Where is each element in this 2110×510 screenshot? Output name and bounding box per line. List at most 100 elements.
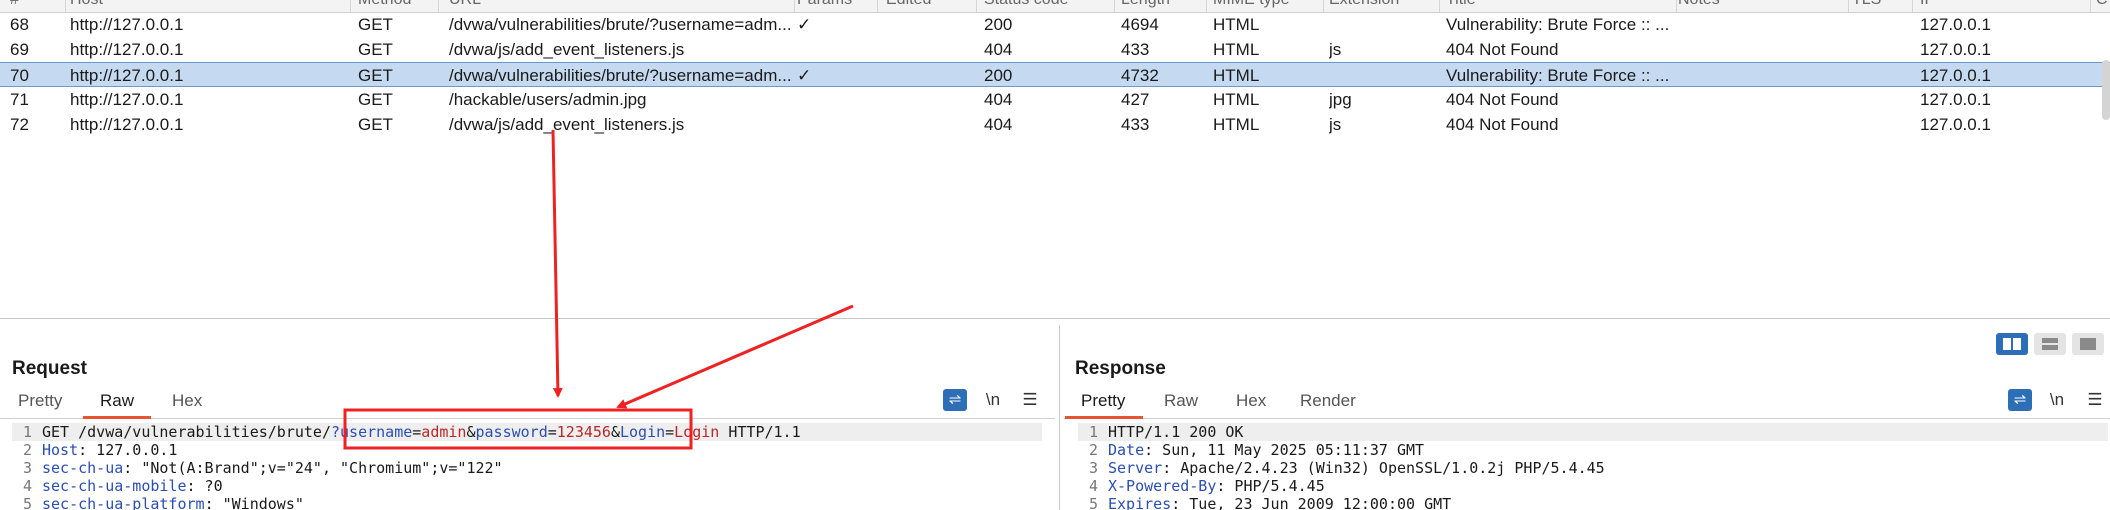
col-url[interactable]: URL bbox=[449, 0, 795, 12]
row-length: 433 bbox=[1121, 40, 1150, 59]
row-status: 200 bbox=[984, 15, 1013, 34]
table-row[interactable]: 68 http://127.0.0.1 GET /dvwa/vulnerabil… bbox=[0, 12, 2110, 37]
row-title: Vulnerability: Brute Force :: ... bbox=[1446, 15, 1670, 34]
request-line[interactable]: 4 sec-ch-ua-mobile: ?0 bbox=[12, 477, 1042, 495]
row-method: GET bbox=[358, 40, 393, 59]
response-line[interactable]: 3 Server: Apache/2.4.23 (Win32) OpenSSL/1… bbox=[1078, 459, 2108, 477]
wrap-lines-icon[interactable]: ⇌ bbox=[943, 389, 967, 411]
tabs-layout-icon[interactable] bbox=[2072, 333, 2104, 355]
request-editor[interactable]: 1 GET /dvwa/vulnerabilities/brute/?userna… bbox=[12, 423, 1042, 510]
col-edited[interactable]: Edited bbox=[886, 0, 977, 12]
row-ip: 127.0.0.1 bbox=[1920, 90, 1991, 109]
line-number: 2 bbox=[22, 441, 32, 459]
tab-request-raw[interactable]: Raw bbox=[100, 391, 134, 411]
table-row-selected[interactable]: 70 http://127.0.0.1 GET /dvwa/vulnerabil… bbox=[0, 62, 2110, 87]
split-vertical-icon[interactable] bbox=[2034, 333, 2066, 355]
row-method: GET bbox=[358, 90, 393, 109]
row-title: 404 Not Found bbox=[1446, 40, 1559, 59]
row-status: 404 bbox=[984, 40, 1013, 59]
hamburger-menu-icon[interactable]: ☰ bbox=[2083, 389, 2107, 411]
tab-request-hex[interactable]: Hex bbox=[172, 391, 202, 411]
response-line-text: X-Powered-By: PHP/5.4.45 bbox=[1108, 477, 1325, 495]
row-length: 427 bbox=[1121, 90, 1150, 109]
response-line-text: Date: Sun, 11 May 2025 05:11:37 GMT bbox=[1108, 441, 1425, 459]
col-params[interactable]: Params bbox=[797, 0, 878, 12]
col-length[interactable]: Length bbox=[1121, 0, 1207, 12]
pane-divider[interactable] bbox=[1059, 325, 1060, 510]
col-extension[interactable]: Extension bbox=[1329, 0, 1440, 12]
split-horizontal-icon[interactable] bbox=[1996, 333, 2028, 355]
response-editor[interactable]: 1 HTTP/1.1 200 OK 2 Date: Sun, 11 May 2025 … bbox=[1078, 423, 2108, 510]
table-row[interactable]: 71 http://127.0.0.1 GET /hackable/users/… bbox=[0, 87, 2110, 112]
col-host[interactable]: Host bbox=[70, 0, 351, 12]
table-row[interactable]: 69 http://127.0.0.1 GET /dvwa/js/add_eve… bbox=[0, 37, 2110, 62]
col-tls[interactable]: TLS bbox=[1852, 0, 1913, 12]
request-line-text: sec-ch-ua-platform: "Windows" bbox=[42, 495, 304, 510]
response-line-text: HTTP/1.1 200 OK bbox=[1108, 423, 1244, 441]
col-notes[interactable]: Notes bbox=[1678, 0, 1849, 12]
row-method: GET bbox=[358, 15, 393, 34]
col-method[interactable]: Method bbox=[358, 0, 439, 12]
row-url: /hackable/users/admin.jpg bbox=[449, 90, 647, 109]
row-mime: HTML bbox=[1213, 66, 1260, 85]
row-url: /dvwa/js/add_event_listeners.js bbox=[449, 115, 685, 134]
col-ip[interactable]: IP bbox=[1920, 0, 2091, 12]
params-check-icon: ✓ bbox=[797, 15, 812, 34]
tab-response-pretty[interactable]: Pretty bbox=[1081, 391, 1125, 411]
response-line[interactable]: 1 HTTP/1.1 200 OK bbox=[1078, 423, 2108, 441]
layout-toggle bbox=[1996, 333, 2106, 357]
request-line-text: GET /dvwa/vulnerabilities/brute/?usernam… bbox=[42, 423, 801, 441]
row-length: 4732 bbox=[1121, 66, 1159, 85]
tab-request-pretty[interactable]: Pretty bbox=[18, 391, 62, 411]
row-num: 68 bbox=[10, 15, 29, 34]
row-title: Vulnerability: Brute Force :: ... bbox=[1446, 66, 1670, 85]
request-line[interactable]: 5 sec-ch-ua-platform: "Windows" bbox=[12, 495, 1042, 510]
row-length: 433 bbox=[1121, 115, 1150, 134]
row-url: /dvwa/js/add_event_listeners.js bbox=[449, 40, 685, 59]
hamburger-menu-icon[interactable]: ☰ bbox=[1018, 389, 1042, 411]
table-scrollbar[interactable] bbox=[2102, 60, 2110, 120]
row-host: http://127.0.0.1 bbox=[70, 15, 184, 34]
row-ext: js bbox=[1329, 40, 1342, 59]
response-line[interactable]: 4 X-Powered-By: PHP/5.4.45 bbox=[1078, 477, 2108, 495]
line-number: 3 bbox=[1088, 459, 1098, 477]
row-method: GET bbox=[358, 66, 393, 85]
request-line[interactable]: 3 sec-ch-ua: "Not(A:Brand";v="24", "Chrom… bbox=[12, 459, 1042, 477]
response-line-text: Server: Apache/2.4.23 (Win32) OpenSSL/1.… bbox=[1108, 459, 1605, 477]
tab-response-render[interactable]: Render bbox=[1300, 391, 1356, 411]
request-line-text: sec-ch-ua: "Not(A:Brand";v="24", "Chromi… bbox=[42, 459, 503, 477]
tab-response-raw[interactable]: Raw bbox=[1164, 391, 1198, 411]
col-status[interactable]: Status code bbox=[984, 0, 1115, 12]
row-url: /dvwa/vulnerabilities/brute/?username=ad… bbox=[449, 15, 792, 34]
response-line[interactable]: 2 Date: Sun, 11 May 2025 05:11:37 GMT bbox=[1078, 441, 2108, 459]
response-line[interactable]: 5 Expires: Tue, 23 Jun 2009 12:00:00 GMT bbox=[1078, 495, 2108, 510]
line-number: 5 bbox=[22, 495, 32, 510]
row-mime: HTML bbox=[1213, 90, 1260, 109]
row-length: 4694 bbox=[1121, 15, 1159, 34]
row-ip: 127.0.0.1 bbox=[1920, 66, 1991, 85]
row-status: 404 bbox=[984, 115, 1013, 134]
col-last[interactable]: C bbox=[2096, 0, 2110, 12]
proxy-history-table: # Host Method URL Params Edited Status c… bbox=[0, 0, 2110, 319]
col-mime[interactable]: MIME type bbox=[1213, 0, 1324, 12]
col-title[interactable]: Title bbox=[1446, 0, 1677, 12]
line-number: 5 bbox=[1088, 495, 1098, 510]
row-mime: HTML bbox=[1213, 15, 1260, 34]
row-mime: HTML bbox=[1213, 40, 1260, 59]
newline-toggle[interactable]: \n bbox=[981, 389, 1005, 411]
row-title: 404 Not Found bbox=[1446, 115, 1559, 134]
tab-response-hex[interactable]: Hex bbox=[1236, 391, 1266, 411]
request-line-text: Host: 127.0.0.1 bbox=[42, 441, 178, 459]
request-line[interactable]: 1 GET /dvwa/vulnerabilities/brute/?userna… bbox=[12, 423, 1042, 441]
col-num[interactable]: # bbox=[10, 0, 66, 12]
request-line[interactable]: 2 Host: 127.0.0.1 bbox=[12, 441, 1042, 459]
line-number: 4 bbox=[1088, 477, 1098, 495]
row-num: 69 bbox=[10, 40, 29, 59]
newline-toggle[interactable]: \n bbox=[2045, 389, 2069, 411]
active-tab-indicator bbox=[83, 416, 151, 419]
table-row[interactable]: 72 http://127.0.0.1 GET /dvwa/js/add_eve… bbox=[0, 112, 2110, 137]
wrap-lines-icon[interactable]: ⇌ bbox=[2008, 389, 2032, 411]
line-number: 1 bbox=[1088, 423, 1098, 441]
row-ext: jpg bbox=[1329, 90, 1352, 109]
row-num: 72 bbox=[10, 115, 29, 134]
